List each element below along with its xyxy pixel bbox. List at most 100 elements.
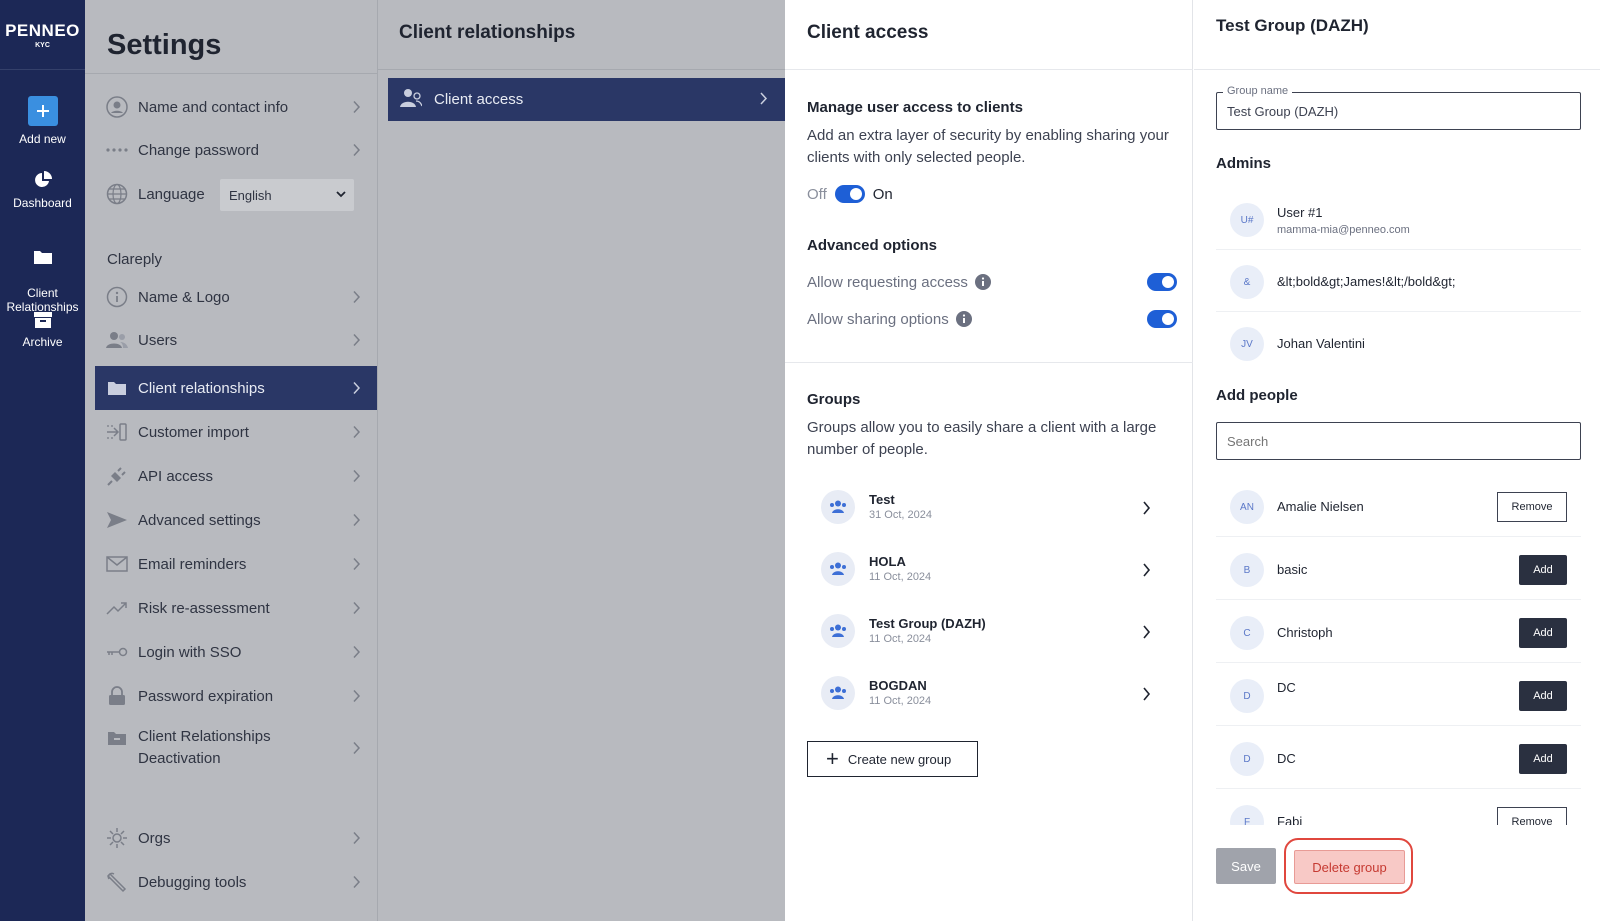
avatar: C — [1230, 616, 1264, 650]
client-access-item[interactable]: Client access — [388, 78, 786, 121]
divider — [85, 73, 377, 74]
person-name: DC — [1277, 680, 1296, 695]
plug-icon — [105, 464, 129, 488]
settings-item-label: Client Relationships Deactivation — [138, 728, 271, 767]
save-button[interactable]: Save — [1216, 848, 1276, 884]
group-row[interactable]: BOGDAN 11 Oct, 2024 — [807, 667, 1157, 721]
settings-item-api-access[interactable]: API access — [95, 454, 377, 498]
info-icon — [105, 285, 129, 309]
settings-item-label: Email reminders — [138, 555, 247, 573]
remove-person-button[interactable]: Remove — [1497, 807, 1567, 825]
avatar: D — [1230, 679, 1264, 713]
add-person-button[interactable]: Add — [1519, 618, 1567, 648]
settings-item-debugging-tools[interactable]: Debugging tools — [95, 860, 377, 904]
people-search-input[interactable] — [1216, 422, 1581, 460]
person-name: Amalie Nielsen — [1277, 499, 1364, 514]
group-date: 11 Oct, 2024 — [869, 695, 932, 707]
settings-item-change-password[interactable]: Change password — [95, 128, 377, 172]
key-icon — [105, 640, 129, 664]
access-toggle[interactable] — [834, 185, 865, 203]
archive-icon — [33, 311, 53, 329]
settings-item-login-sso[interactable]: Login with SSO — [95, 630, 377, 674]
avatar: F — [1230, 805, 1264, 825]
settings-item-label: Change password — [138, 141, 259, 159]
group-row[interactable]: Test 31 Oct, 2024 — [807, 481, 1157, 535]
add-people-heading: Add people — [1216, 387, 1298, 404]
info-icon[interactable] — [974, 274, 991, 290]
nav-dashboard[interactable]: Dashboard — [0, 170, 85, 210]
requesting-access-toggle[interactable] — [1147, 273, 1177, 291]
settings-item-users[interactable]: Users — [95, 318, 377, 362]
people-list[interactable]: AN Amalie Nielsen Remove B basic Add C C… — [1194, 475, 1600, 825]
settings-item-orgs[interactable]: Orgs — [95, 816, 377, 860]
settings-item-name-contact[interactable]: Name and contact info — [95, 85, 377, 129]
settings-item-label: Customer import — [138, 423, 249, 441]
groups-description: Groups allow you to easily share a clien… — [807, 419, 1157, 458]
nav-add-new[interactable]: Add new — [0, 96, 85, 146]
settings-item-advanced-settings[interactable]: Advanced settings — [95, 498, 377, 542]
option-requesting-access: Allow requesting access — [807, 271, 1177, 293]
admin-name: Johan Valentini — [1277, 336, 1365, 351]
group-row[interactable]: Test Group (DAZH) 11 Oct, 2024 — [807, 605, 1157, 659]
settings-panel: Settings Name and contact info Change pa… — [85, 0, 377, 921]
create-new-group-button[interactable]: + Create new group — [807, 741, 978, 777]
add-person-button[interactable]: Add — [1519, 555, 1567, 585]
avatar: AN — [1230, 490, 1264, 524]
nav-add-new-label: Add new — [19, 132, 66, 146]
chevron-right-icon — [1143, 501, 1151, 515]
group-date: 11 Oct, 2024 — [869, 571, 932, 583]
person-row: AN Amalie Nielsen Remove — [1216, 475, 1581, 537]
settings-title: Settings — [107, 29, 222, 61]
penneo-logo[interactable]: PENNEO KYC — [0, 0, 85, 70]
admins-heading: Admins — [1216, 155, 1272, 172]
create-new-group-label: Create new group — [847, 751, 952, 767]
settings-item-label: Password expiration — [138, 687, 274, 705]
nav-client-relationships[interactable]: Client Relationships — [0, 234, 85, 314]
group-name-field[interactable]: Group name Test Group (DAZH) — [1216, 85, 1581, 130]
settings-item-customer-import[interactable]: Customer import — [95, 410, 377, 454]
settings-item-label: Debugging tools — [138, 873, 247, 891]
settings-item-email-reminders[interactable]: Email reminders — [95, 542, 377, 586]
manage-access-description: Add an extra layer of security by enabli… — [807, 127, 1169, 166]
sharing-options-toggle[interactable] — [1147, 310, 1177, 328]
add-person-button[interactable]: Add — [1519, 744, 1567, 774]
send-icon — [105, 508, 129, 532]
language-select[interactable]: English — [220, 179, 354, 211]
group-row[interactable]: HOLA 11 Oct, 2024 — [807, 543, 1157, 597]
settings-item-name-logo[interactable]: Name & Logo — [95, 275, 377, 319]
access-toggle-row: Off On — [807, 185, 893, 203]
group-name-label: Group name — [1223, 85, 1293, 97]
toggle-off-label: Off — [807, 185, 827, 203]
trend-icon — [105, 596, 129, 620]
chevron-right-icon — [1143, 563, 1151, 577]
nav-archive[interactable]: Archive — [0, 311, 85, 349]
settings-item-client-relationships-deactivation[interactable]: Client Relationships Deactivation — [95, 718, 377, 778]
add-person-button[interactable]: Add — [1519, 681, 1567, 711]
sun-icon — [105, 826, 129, 850]
settings-item-label: Login with SSO — [138, 643, 242, 661]
settings-item-client-relationships[interactable]: Client relationships — [95, 366, 377, 410]
settings-item-password-expiration[interactable]: Password expiration — [95, 674, 377, 718]
org-section-label: Clareply — [107, 251, 163, 268]
mail-icon — [105, 552, 129, 576]
import-icon — [105, 420, 129, 444]
info-icon[interactable] — [955, 311, 972, 327]
chevron-right-icon — [353, 645, 361, 659]
chevron-right-icon — [353, 601, 361, 615]
delete-group-button[interactable]: Delete group — [1294, 850, 1405, 884]
avatar: B — [1230, 553, 1264, 587]
user-circle-icon — [105, 95, 129, 119]
manage-access-heading: Manage user access to clients — [807, 99, 1023, 116]
settings-item-label: Name & Logo — [138, 288, 230, 306]
nav-archive-label: Archive — [22, 335, 63, 349]
person-name: DC — [1277, 751, 1296, 766]
group-date: 31 Oct, 2024 — [869, 509, 932, 521]
client-relationships-title: Client relationships — [399, 22, 576, 43]
group-icon — [821, 490, 855, 524]
admin-row: U# User #1 mamma-mia@penneo.com — [1216, 188, 1581, 250]
avatar: U# — [1230, 203, 1264, 237]
settings-item-risk-reassessment[interactable]: Risk re-assessment — [95, 586, 377, 630]
users-icon — [400, 88, 424, 112]
remove-person-button[interactable]: Remove — [1497, 492, 1567, 522]
divider — [1194, 69, 1600, 70]
